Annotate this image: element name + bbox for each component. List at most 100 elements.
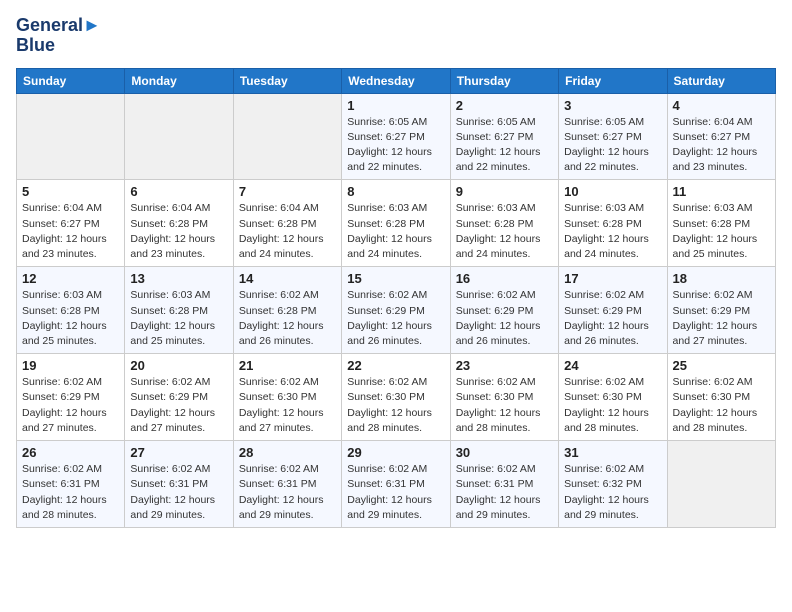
calendar-cell: 29Sunrise: 6:02 AM Sunset: 6:31 PM Dayli…: [342, 441, 450, 528]
cell-content: 23Sunrise: 6:02 AM Sunset: 6:30 PM Dayli…: [456, 358, 553, 436]
cell-content: 4 Sunrise: 6:04 AM Sunset: 6:27 PM Daylig…: [673, 98, 770, 176]
calendar-cell: 1Sunrise: 6:05 AM Sunset: 6:27 PM Daylig…: [342, 93, 450, 180]
cell-content: 13Sunrise: 6:03 AM Sunset: 6:28 PM Dayli…: [130, 271, 227, 349]
day-info: Sunrise: 6:02 AM Sunset: 6:30 PM Dayligh…: [456, 375, 553, 436]
day-info: Sunrise: 6:03 AM Sunset: 6:28 PM Dayligh…: [673, 201, 770, 262]
day-info: Sunrise: 6:05 AM Sunset: 6:27 PM Dayligh…: [347, 115, 444, 176]
calendar-cell: [667, 441, 775, 528]
cell-content: 9Sunrise: 6:03 AM Sunset: 6:28 PM Daylig…: [456, 184, 553, 262]
calendar-table: SundayMondayTuesdayWednesdayThursdayFrid…: [16, 68, 776, 528]
day-number: 7: [239, 184, 336, 199]
header-wednesday: Wednesday: [342, 68, 450, 93]
calendar-cell: 18Sunrise: 6:02 AM Sunset: 6:29 PM Dayli…: [667, 267, 775, 354]
cell-content: 6Sunrise: 6:04 AM Sunset: 6:28 PM Daylig…: [130, 184, 227, 262]
day-info: Sunrise: 6:04 AM Sunset: 6:27 PM Dayligh…: [22, 201, 119, 262]
day-number: 12: [22, 271, 119, 286]
calendar-cell: 9Sunrise: 6:03 AM Sunset: 6:28 PM Daylig…: [450, 180, 558, 267]
calendar-week-row: 12 Sunrise: 6:03 AM Sunset: 6:28 PM Dayli…: [17, 267, 776, 354]
calendar-header-row: SundayMondayTuesdayWednesdayThursdayFrid…: [17, 68, 776, 93]
day-info: Sunrise: 6:02 AM Sunset: 6:30 PM Dayligh…: [564, 375, 661, 436]
day-number: 15: [347, 271, 444, 286]
calendar-cell: 10Sunrise: 6:03 AM Sunset: 6:28 PM Dayli…: [559, 180, 667, 267]
calendar-cell: 7 Sunrise: 6:04 AM Sunset: 6:28 PM Daylig…: [233, 180, 341, 267]
day-number: 17: [564, 271, 661, 286]
day-number: 11: [673, 184, 770, 199]
day-number: 16: [456, 271, 553, 286]
cell-content: 18Sunrise: 6:02 AM Sunset: 6:29 PM Dayli…: [673, 271, 770, 349]
day-number: 30: [456, 445, 553, 460]
day-info: Sunrise: 6:02 AM Sunset: 6:32 PM Dayligh…: [564, 462, 661, 523]
day-info: Sunrise: 6:05 AM Sunset: 6:27 PM Dayligh…: [564, 115, 661, 176]
day-number: 3: [564, 98, 661, 113]
calendar-cell: 13Sunrise: 6:03 AM Sunset: 6:28 PM Dayli…: [125, 267, 233, 354]
calendar-week-row: 19 Sunrise: 6:02 AM Sunset: 6:29 PM Dayli…: [17, 354, 776, 441]
day-info: Sunrise: 6:02 AM Sunset: 6:29 PM Dayligh…: [347, 288, 444, 349]
day-info: Sunrise: 6:04 AM Sunset: 6:28 PM Dayligh…: [239, 201, 336, 262]
calendar-cell: 28 Sunrise: 6:02 AM Sunset: 6:31 PM Dayli…: [233, 441, 341, 528]
cell-content: 29Sunrise: 6:02 AM Sunset: 6:31 PM Dayli…: [347, 445, 444, 523]
calendar-cell: [233, 93, 341, 180]
day-info: Sunrise: 6:02 AM Sunset: 6:29 PM Dayligh…: [22, 375, 119, 436]
day-info: Sunrise: 6:04 AM Sunset: 6:27 PM Dayligh…: [673, 115, 770, 176]
day-number: 14: [239, 271, 336, 286]
calendar-cell: 17Sunrise: 6:02 AM Sunset: 6:29 PM Dayli…: [559, 267, 667, 354]
cell-content: 24 Sunrise: 6:02 AM Sunset: 6:30 PM Dayli…: [564, 358, 661, 436]
header-sunday: Sunday: [17, 68, 125, 93]
calendar-cell: 30 Sunrise: 6:02 AM Sunset: 6:31 PM Dayli…: [450, 441, 558, 528]
cell-content: 7 Sunrise: 6:04 AM Sunset: 6:28 PM Daylig…: [239, 184, 336, 262]
cell-content: 25 Sunrise: 6:02 AM Sunset: 6:30 PM Dayli…: [673, 358, 770, 436]
calendar-cell: 26Sunrise: 6:02 AM Sunset: 6:31 PM Dayli…: [17, 441, 125, 528]
calendar-cell: 27Sunrise: 6:02 AM Sunset: 6:31 PM Dayli…: [125, 441, 233, 528]
day-number: 29: [347, 445, 444, 460]
cell-content: 31 Sunrise: 6:02 AM Sunset: 6:32 PM Dayli…: [564, 445, 661, 523]
cell-content: 12Sunrise: 6:03 AM Sunset: 6:28 PM Dayli…: [22, 271, 119, 349]
day-number: 24: [564, 358, 661, 373]
calendar-week-row: 5Sunrise: 6:04 AM Sunset: 6:27 PM Daylig…: [17, 180, 776, 267]
day-number: 19: [22, 358, 119, 373]
cell-content: 28 Sunrise: 6:02 AM Sunset: 6:31 PM Dayli…: [239, 445, 336, 523]
cell-content: 1Sunrise: 6:05 AM Sunset: 6:27 PM Daylig…: [347, 98, 444, 176]
day-info: Sunrise: 6:02 AM Sunset: 6:28 PM Dayligh…: [239, 288, 336, 349]
cell-content: 15 Sunrise: 6:02 AM Sunset: 6:29 PM Dayli…: [347, 271, 444, 349]
day-info: Sunrise: 6:02 AM Sunset: 6:31 PM Dayligh…: [456, 462, 553, 523]
calendar-cell: [125, 93, 233, 180]
day-info: Sunrise: 6:02 AM Sunset: 6:30 PM Dayligh…: [347, 375, 444, 436]
day-number: 31: [564, 445, 661, 460]
logo: General►Blue: [16, 16, 101, 56]
calendar-cell: 11 Sunrise: 6:03 AM Sunset: 6:28 PM Dayli…: [667, 180, 775, 267]
calendar-cell: 22Sunrise: 6:02 AM Sunset: 6:30 PM Dayli…: [342, 354, 450, 441]
cell-content: 10Sunrise: 6:03 AM Sunset: 6:28 PM Dayli…: [564, 184, 661, 262]
calendar-cell: 4 Sunrise: 6:04 AM Sunset: 6:27 PM Daylig…: [667, 93, 775, 180]
day-number: 25: [673, 358, 770, 373]
day-info: Sunrise: 6:02 AM Sunset: 6:31 PM Dayligh…: [130, 462, 227, 523]
calendar-cell: 14 Sunrise: 6:02 AM Sunset: 6:28 PM Dayli…: [233, 267, 341, 354]
calendar-cell: 6Sunrise: 6:04 AM Sunset: 6:28 PM Daylig…: [125, 180, 233, 267]
calendar-cell: 3 Sunrise: 6:05 AM Sunset: 6:27 PM Daylig…: [559, 93, 667, 180]
calendar-cell: 2Sunrise: 6:05 AM Sunset: 6:27 PM Daylig…: [450, 93, 558, 180]
day-info: Sunrise: 6:02 AM Sunset: 6:30 PM Dayligh…: [239, 375, 336, 436]
calendar-cell: 15 Sunrise: 6:02 AM Sunset: 6:29 PM Dayli…: [342, 267, 450, 354]
header-tuesday: Tuesday: [233, 68, 341, 93]
day-info: Sunrise: 6:02 AM Sunset: 6:31 PM Dayligh…: [239, 462, 336, 523]
cell-content: 16Sunrise: 6:02 AM Sunset: 6:29 PM Dayli…: [456, 271, 553, 349]
cell-content: 27Sunrise: 6:02 AM Sunset: 6:31 PM Dayli…: [130, 445, 227, 523]
day-number: 9: [456, 184, 553, 199]
cell-content: 5Sunrise: 6:04 AM Sunset: 6:27 PM Daylig…: [22, 184, 119, 262]
calendar-cell: 24 Sunrise: 6:02 AM Sunset: 6:30 PM Dayli…: [559, 354, 667, 441]
day-number: 28: [239, 445, 336, 460]
day-info: Sunrise: 6:03 AM Sunset: 6:28 PM Dayligh…: [130, 288, 227, 349]
day-info: Sunrise: 6:02 AM Sunset: 6:30 PM Dayligh…: [673, 375, 770, 436]
header-monday: Monday: [125, 68, 233, 93]
calendar-week-row: 26Sunrise: 6:02 AM Sunset: 6:31 PM Dayli…: [17, 441, 776, 528]
header-saturday: Saturday: [667, 68, 775, 93]
day-info: Sunrise: 6:02 AM Sunset: 6:31 PM Dayligh…: [22, 462, 119, 523]
day-info: Sunrise: 6:05 AM Sunset: 6:27 PM Dayligh…: [456, 115, 553, 176]
day-number: 10: [564, 184, 661, 199]
calendar-cell: 21Sunrise: 6:02 AM Sunset: 6:30 PM Dayli…: [233, 354, 341, 441]
logo-text: General►Blue: [16, 16, 101, 56]
cell-content: 19 Sunrise: 6:02 AM Sunset: 6:29 PM Dayli…: [22, 358, 119, 436]
cell-content: 14 Sunrise: 6:02 AM Sunset: 6:28 PM Dayli…: [239, 271, 336, 349]
day-number: 4: [673, 98, 770, 113]
calendar-week-row: 1Sunrise: 6:05 AM Sunset: 6:27 PM Daylig…: [17, 93, 776, 180]
calendar-cell: 5Sunrise: 6:04 AM Sunset: 6:27 PM Daylig…: [17, 180, 125, 267]
